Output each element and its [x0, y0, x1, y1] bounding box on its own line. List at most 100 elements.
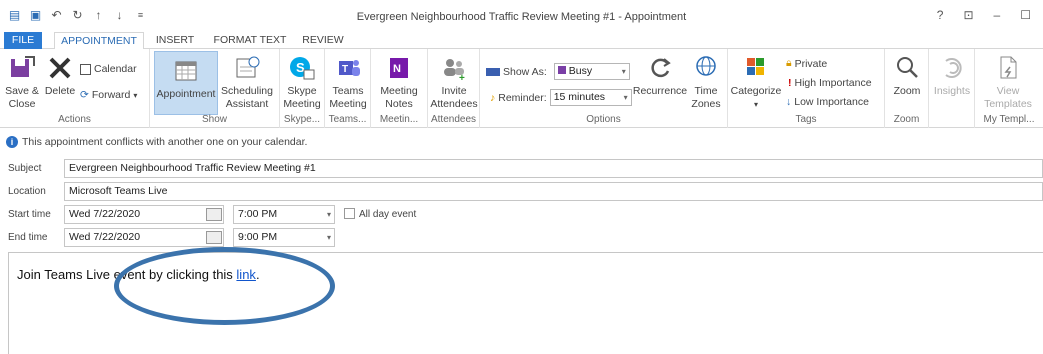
skype-icon: S — [290, 57, 315, 80]
ribbon-display-button[interactable]: ⊡ — [963, 8, 973, 22]
svg-text:+: + — [459, 73, 465, 83]
delete-button[interactable]: Delete — [43, 53, 77, 98]
show-group-label: Show — [201, 114, 227, 125]
reminder-dropdown[interactable]: 15 minutes — [549, 89, 632, 106]
start-time-label: Start time — [8, 209, 51, 220]
reminder-control: ♪ Reminder: 15 minutes — [490, 89, 632, 106]
skype-group-label: Skype... — [283, 114, 321, 125]
actions-group-label: Actions — [58, 114, 91, 125]
help-button[interactable]: ? — [937, 8, 944, 22]
people-icon: + — [444, 59, 465, 83]
teams-group: T Teams Meeting Teams... — [325, 49, 371, 128]
title-bar: ▤ ▣ ↶ ↻ ↑ ↓ ≡ Evergreen Neighbourhood Tr… — [0, 0, 1043, 32]
end-time-dropdown[interactable]: 9:00 PM — [233, 228, 335, 247]
attendees-group: + Invite Attendees Attendees — [428, 49, 480, 128]
ribbon-tabs: FILE APPOINTMENT INSERT FORMAT TEXT REVI… — [0, 32, 1043, 50]
exclamation-icon: ! — [788, 77, 792, 89]
end-date-calendar-icon[interactable] — [206, 231, 222, 244]
lock-icon: 🔒︎ — [786, 57, 792, 69]
notes-group-label: Meetin... — [379, 114, 419, 125]
scheduling-assistant-button[interactable]: Scheduling Assistant — [218, 53, 276, 111]
recurrence-button[interactable]: Recurrence — [632, 53, 688, 98]
tags-group-label: Tags — [795, 114, 817, 125]
info-icon: i — [6, 136, 18, 148]
all-day-label: All day event — [359, 209, 417, 220]
attendees-group-label: Attendees — [430, 114, 477, 125]
start-date-calendar-icon[interactable] — [206, 208, 222, 221]
appointment-view-button[interactable]: Appointment — [154, 51, 218, 115]
categorize-button[interactable]: Categorize ▾ — [730, 53, 782, 111]
categorize-icon — [747, 58, 764, 75]
view-templates-button[interactable]: View Templates — [979, 53, 1037, 111]
scheduling-icon — [236, 56, 260, 78]
show-as-dropdown[interactable]: Busy — [553, 63, 630, 80]
ribbon: Save & Close Delete Calendar ⟳ Forward ▾… — [0, 49, 1043, 128]
template-icon — [1000, 56, 1017, 79]
save-close-button[interactable]: Save & Close — [2, 53, 42, 111]
tab-format-text[interactable]: FORMAT TEXT — [210, 32, 290, 49]
all-day-checkbox[interactable] — [344, 208, 355, 219]
minimize-button[interactable]: – — [994, 8, 1001, 22]
tab-review[interactable]: REVIEW — [300, 32, 346, 49]
down-arrow-icon: ↓ — [786, 96, 792, 108]
calendar-button[interactable]: Calendar — [80, 63, 137, 75]
chevron-down-icon: ▾ — [753, 100, 758, 109]
time-zones-button[interactable]: Time Zones — [688, 53, 724, 111]
zoom-group: Zoom Zoom — [885, 49, 929, 128]
options-group-label: Options — [586, 114, 621, 125]
start-time-dropdown[interactable]: 7:00 PM — [233, 205, 335, 224]
zoom-group-label: Zoom — [893, 114, 920, 125]
teams-meeting-button[interactable]: T Teams Meeting — [327, 53, 369, 111]
zoom-button[interactable]: Zoom — [887, 53, 927, 98]
tab-appointment[interactable]: APPOINTMENT — [54, 32, 144, 50]
tab-insert[interactable]: INSERT — [153, 32, 197, 49]
globe-icon — [696, 56, 716, 76]
high-importance-button[interactable]: ! High Importance — [788, 77, 872, 89]
forward-button[interactable]: ⟳ Forward ▾ — [80, 89, 137, 101]
options-group: Show As: Busy ♪ Reminder: 15 minutes Rec… — [480, 49, 728, 128]
insights-icon — [945, 58, 962, 78]
save-close-icon — [11, 56, 35, 77]
magnifier-icon — [897, 57, 918, 78]
insights-button[interactable]: Insights — [931, 53, 973, 98]
skype-group: S Skype Meeting Skype... — [280, 49, 325, 128]
invite-attendees-button[interactable]: + Invite Attendees — [430, 53, 478, 111]
window-controls: ? ⊡ – ☐ — [937, 8, 1031, 22]
show-as-control: Show As: Busy — [486, 63, 630, 80]
teams-group-label: Teams... — [328, 114, 367, 125]
location-label: Location — [8, 186, 46, 197]
private-button[interactable]: 🔒︎ Private — [786, 57, 827, 70]
end-time-label: End time — [8, 232, 48, 243]
busy-swatch — [557, 66, 566, 74]
annotation-ellipse — [114, 247, 335, 325]
show-as-icon — [486, 67, 500, 76]
chevron-down-icon: ▾ — [133, 90, 138, 100]
teams-icon: T — [339, 60, 360, 76]
maximize-button[interactable]: ☐ — [1020, 8, 1031, 22]
tags-group: Categorize ▾ 🔒︎ Private ! High Importance … — [728, 49, 885, 128]
location-field[interactable]: Microsoft Teams Live — [64, 182, 1043, 201]
subject-label: Subject — [8, 163, 42, 174]
start-date-field[interactable]: Wed 7/22/2020 — [64, 205, 224, 224]
skype-meeting-button[interactable]: S Skype Meeting — [282, 53, 322, 111]
templates-group-label: My Templ... — [983, 114, 1035, 125]
subject-field[interactable]: Evergreen Neighbourhood Traffic Review M… — [64, 159, 1043, 178]
meeting-notes-button[interactable]: N Meeting Notes — [376, 53, 422, 111]
low-importance-button[interactable]: ↓ Low Importance — [786, 96, 869, 108]
bell-icon: ♪ — [490, 91, 496, 104]
show-group: Appointment Scheduling Assistant Show — [150, 49, 280, 128]
end-date-field[interactable]: Wed 7/22/2020 — [64, 228, 224, 247]
conflict-message: This appointment conflicts with another … — [22, 136, 308, 148]
svg-text:T: T — [342, 64, 348, 75]
insights-group: Insights — [929, 49, 975, 128]
recurrence-icon — [651, 58, 671, 78]
onenote-icon: N — [390, 58, 408, 78]
tab-file[interactable]: FILE — [4, 32, 42, 49]
actions-group: Save & Close Delete Calendar ⟳ Forward ▾… — [0, 49, 150, 128]
delete-x-icon — [49, 57, 71, 79]
forward-icon: ⟳ — [80, 89, 89, 101]
templates-group: View Templates My Templ... — [975, 49, 1043, 128]
calendar-icon — [80, 63, 91, 75]
window-title: Evergreen Neighbourhood Traffic Review M… — [356, 11, 687, 23]
conflict-infobar: i This appointment conflicts with anothe… — [0, 134, 307, 150]
